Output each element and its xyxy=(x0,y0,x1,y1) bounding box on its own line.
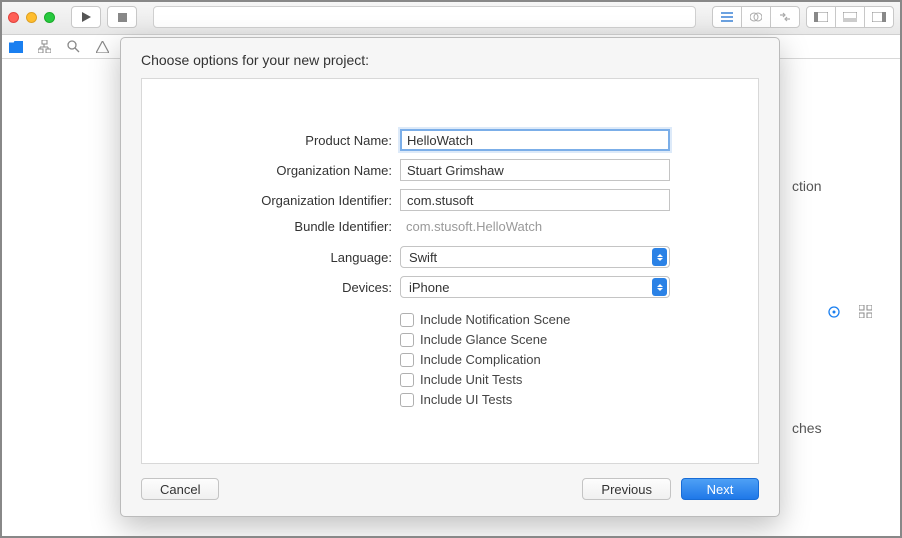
sheet-footer: Cancel Previous Next xyxy=(121,478,779,516)
stop-button[interactable] xyxy=(107,6,137,28)
toggle-utilities-button[interactable] xyxy=(864,6,894,28)
chevron-updown-icon xyxy=(652,278,667,296)
org-id-label: Organization Identifier: xyxy=(162,193,392,208)
org-id-row: Organization Identifier: xyxy=(162,189,738,211)
inspector-tab-identity[interactable] xyxy=(827,305,841,322)
previous-button[interactable]: Previous xyxy=(582,478,671,500)
find-navigator-tab[interactable] xyxy=(66,39,81,54)
grid-icon xyxy=(859,305,872,318)
play-icon xyxy=(82,12,91,22)
checkbox-label: Include Complication xyxy=(420,352,541,367)
sheet-title: Choose options for your new project: xyxy=(121,38,779,78)
bundle-id-value: com.stusoft.HelloWatch xyxy=(400,219,542,234)
checkbox-icon xyxy=(400,353,414,367)
toggle-navigator-button[interactable] xyxy=(806,6,836,28)
checkbox-label: Include Glance Scene xyxy=(420,332,547,347)
product-name-row: Product Name: xyxy=(162,129,738,151)
venn-icon xyxy=(750,11,762,23)
run-button[interactable] xyxy=(71,6,101,28)
lines-icon xyxy=(721,12,733,22)
checkbox-icon xyxy=(400,373,414,387)
cancel-button[interactable]: Cancel xyxy=(141,478,219,500)
left-panel-icon xyxy=(814,12,828,22)
product-name-input[interactable] xyxy=(400,129,670,151)
panel-toggle-group xyxy=(806,6,894,28)
include-unit-tests-checkbox[interactable]: Include Unit Tests xyxy=(400,372,738,387)
checkbox-label: Include Unit Tests xyxy=(420,372,522,387)
org-name-input[interactable] xyxy=(400,159,670,181)
standard-editor-button[interactable] xyxy=(712,6,742,28)
language-select[interactable]: Swift xyxy=(400,246,670,268)
chevron-updown-icon xyxy=(652,248,667,266)
next-button[interactable]: Next xyxy=(681,478,759,500)
issue-navigator-tab[interactable] xyxy=(95,39,110,54)
include-notification-checkbox[interactable]: Include Notification Scene xyxy=(400,312,738,327)
bundle-id-label: Bundle Identifier: xyxy=(162,219,392,234)
checkbox-icon xyxy=(400,313,414,327)
target-icon xyxy=(827,305,841,319)
product-name-label: Product Name: xyxy=(162,133,392,148)
bottom-panel-icon xyxy=(843,12,857,22)
background-sidebar: ction ches xyxy=(792,60,882,444)
checkbox-icon xyxy=(400,393,414,407)
warning-icon xyxy=(96,41,109,53)
background-text: ches xyxy=(792,412,882,444)
search-icon xyxy=(67,40,80,53)
window-toolbar xyxy=(0,0,902,35)
org-name-label: Organization Name: xyxy=(162,163,392,178)
devices-row: Devices: iPhone xyxy=(162,276,738,298)
devices-selected: iPhone xyxy=(409,280,449,295)
arrows-icon xyxy=(779,12,791,22)
editor-mode-group xyxy=(712,6,800,28)
sheet-body: Product Name: Organization Name: Organiz… xyxy=(141,78,759,464)
devices-select[interactable]: iPhone xyxy=(400,276,670,298)
org-name-row: Organization Name: xyxy=(162,159,738,181)
options-checkboxes: Include Notification Scene Include Glanc… xyxy=(400,312,738,407)
devices-label: Devices: xyxy=(162,280,392,295)
project-navigator-tab[interactable] xyxy=(8,39,23,54)
bundle-id-row: Bundle Identifier: com.stusoft.HelloWatc… xyxy=(162,219,738,234)
version-editor-button[interactable] xyxy=(770,6,800,28)
background-text: ction xyxy=(792,170,882,202)
checkbox-label: Include Notification Scene xyxy=(420,312,570,327)
checkbox-icon xyxy=(400,333,414,347)
close-window-button[interactable] xyxy=(8,12,19,23)
zoom-window-button[interactable] xyxy=(44,12,55,23)
minimize-window-button[interactable] xyxy=(26,12,37,23)
language-selected: Swift xyxy=(409,250,437,265)
inspector-tabs xyxy=(827,305,872,322)
language-row: Language: Swift xyxy=(162,246,738,268)
include-ui-tests-checkbox[interactable]: Include UI Tests xyxy=(400,392,738,407)
checkbox-label: Include UI Tests xyxy=(420,392,512,407)
right-panel-icon xyxy=(872,12,886,22)
include-glance-checkbox[interactable]: Include Glance Scene xyxy=(400,332,738,347)
project-options-form: Product Name: Organization Name: Organiz… xyxy=(162,129,738,407)
stop-icon xyxy=(118,13,127,22)
language-label: Language: xyxy=(162,250,392,265)
folder-icon xyxy=(9,41,23,53)
org-id-input[interactable] xyxy=(400,189,670,211)
toggle-debug-button[interactable] xyxy=(835,6,865,28)
include-complication-checkbox[interactable]: Include Complication xyxy=(400,352,738,367)
new-project-sheet: Choose options for your new project: Pro… xyxy=(120,37,780,517)
inspector-tab-help[interactable] xyxy=(859,305,872,322)
assistant-editor-button[interactable] xyxy=(741,6,771,28)
activity-status xyxy=(153,6,696,28)
window-controls xyxy=(8,12,55,23)
hierarchy-icon xyxy=(38,40,51,53)
symbol-navigator-tab[interactable] xyxy=(37,39,52,54)
